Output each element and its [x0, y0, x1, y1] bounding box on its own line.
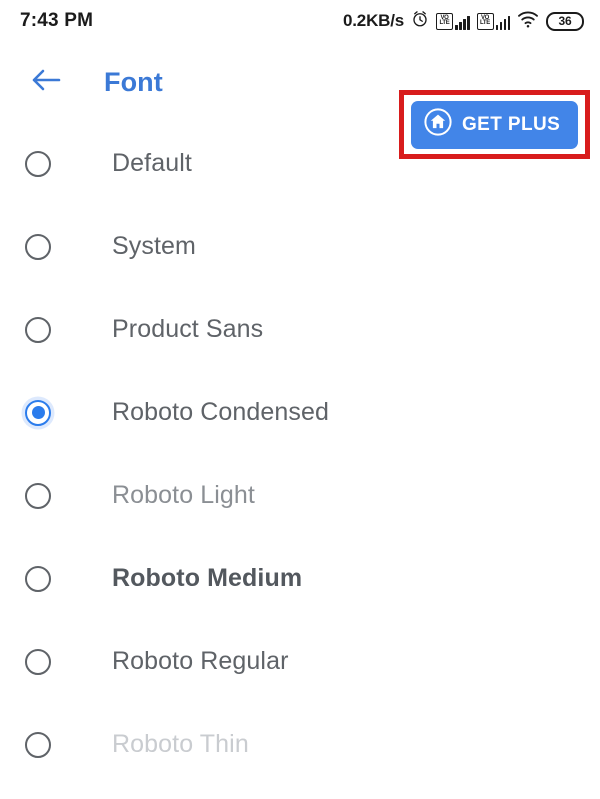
- radio-button[interactable]: [25, 648, 51, 675]
- font-option-row[interactable]: Product Sans: [0, 288, 600, 371]
- network-speed-text: 0.2KB/s: [343, 11, 404, 30]
- volte-bottom-text: LTE: [439, 20, 450, 26]
- font-option-row[interactable]: Roboto Condensed: [0, 371, 600, 454]
- back-arrow-icon: [30, 67, 62, 98]
- signal-bars-icon: [495, 14, 510, 30]
- alarm-clock-icon: [411, 10, 429, 33]
- font-option-label: Roboto Medium: [112, 564, 303, 592]
- radio-button[interactable]: [25, 233, 51, 260]
- app-bar: Font GET PLUS: [0, 42, 600, 159]
- sim1-status-group: VO LTE: [436, 12, 470, 30]
- radio-button-selected[interactable]: [25, 399, 51, 426]
- get-plus-label: GET PLUS: [462, 113, 561, 135]
- signal-bars-icon: [455, 14, 470, 30]
- font-option-label: Product Sans: [112, 315, 264, 343]
- volte-bottom-text: LTE: [480, 20, 490, 26]
- font-option-row[interactable]: System: [0, 205, 600, 288]
- font-option-row[interactable]: Roboto Regular: [0, 620, 600, 703]
- volte-icon: VO LTE: [436, 12, 453, 30]
- radio-button[interactable]: [25, 150, 51, 177]
- status-icons-group: 0.2KB/s VO LTE VO LTE 36: [343, 10, 584, 33]
- font-option-label: Default: [112, 149, 192, 177]
- radio-button[interactable]: [25, 565, 51, 592]
- radio-button[interactable]: [25, 482, 51, 509]
- font-option-list: Default System Product Sans Roboto Conde…: [0, 122, 600, 786]
- battery-icon: 36: [546, 11, 584, 31]
- font-option-label: System: [112, 232, 196, 260]
- status-bar: 7:43 PM 0.2KB/s VO LTE VO LTE 36: [0, 0, 600, 42]
- sim2-status-group: VO LTE: [476, 12, 510, 30]
- radio-button[interactable]: [25, 731, 51, 758]
- font-option-label: Roboto Light: [112, 481, 255, 509]
- font-option-label: Roboto Thin: [112, 730, 249, 758]
- status-clock: 7:43 PM: [20, 10, 94, 31]
- get-plus-highlight-box: GET PLUS: [399, 90, 590, 159]
- font-option-row[interactable]: Roboto Thin: [0, 703, 600, 786]
- font-option-label: Roboto Condensed: [112, 398, 330, 426]
- font-option-label: Roboto Regular: [112, 647, 289, 675]
- page-title: Font: [104, 66, 163, 97]
- back-button[interactable]: [26, 62, 66, 102]
- radio-button[interactable]: [25, 316, 51, 343]
- wifi-icon: [517, 10, 539, 33]
- font-option-row[interactable]: Roboto Light: [0, 454, 600, 537]
- font-option-row[interactable]: Roboto Medium: [0, 537, 600, 620]
- battery-level-text: 36: [558, 14, 572, 28]
- home-circle-icon: [423, 107, 453, 142]
- get-plus-button[interactable]: GET PLUS: [411, 100, 578, 149]
- volte-icon: VO LTE: [476, 12, 494, 30]
